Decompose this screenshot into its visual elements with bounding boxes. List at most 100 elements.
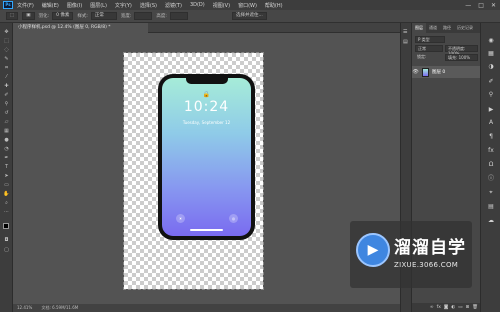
status-bar: 12.41% 文档: 6.59M/11.6M (13, 304, 400, 312)
eyedropper-tool-icon[interactable]: ⁄ (3, 74, 10, 80)
watermark-overlay: ▶ 溜溜自学 ZIXUE.3066.COM (350, 221, 472, 288)
history-brush-tool-icon[interactable]: ↺ (3, 110, 10, 116)
zoom-tool-icon[interactable]: ⌕ (3, 200, 10, 206)
layer-style-icon[interactable]: fx (437, 305, 441, 310)
phone-notch (186, 77, 228, 84)
paragraph-panel-icon[interactable]: ¶ (487, 133, 495, 140)
path-selection-tool-icon[interactable]: ➤ (3, 173, 10, 179)
crop-tool-icon[interactable]: ⌗ (3, 65, 10, 71)
height-input[interactable] (169, 12, 188, 20)
marquee-tool-preset-icon[interactable]: ⬚ (6, 12, 19, 20)
height-label: 高度: (156, 14, 167, 19)
right-tool-strip: ◉ ▦ ◑ ✐ ⚲ ▶ A ¶ fx Ω ⓘ ⌖ ▤ ☁ (480, 23, 500, 312)
menu-type[interactable]: 文字(Y) (115, 2, 132, 9)
rectangle-tool-icon[interactable]: ▭ (3, 182, 10, 188)
layer-kind-filter[interactable]: P 类型 (415, 36, 445, 43)
select-and-mask-button[interactable]: 选择并遮住... (231, 12, 267, 20)
type-tool-icon[interactable]: T (3, 164, 10, 170)
adjustment-layer-icon[interactable]: ◐ (451, 305, 455, 310)
minimize-button[interactable]: — (465, 2, 471, 9)
pen-tool-icon[interactable]: ✒ (3, 155, 10, 161)
document-tab[interactable]: 小程序样机.psd @ 12.4% (图层 0, RGB/8) * (13, 23, 148, 33)
menu-bar: Ps 文件(F) 编辑(E) 图像(I) 图层(L) 文字(Y) 选择(S) 滤… (0, 0, 500, 10)
width-input[interactable] (134, 12, 153, 20)
dodge-tool-icon[interactable]: ◔ (3, 146, 10, 152)
lock-label: 锁定: (417, 54, 427, 59)
play-logo-icon: ▶ (356, 233, 390, 267)
history-panel-icon[interactable]: ☰ (403, 29, 407, 35)
color-panel-icon[interactable]: ◉ (487, 37, 495, 44)
menu-select[interactable]: 选择(S) (140, 2, 157, 9)
tab-history[interactable]: 历史记录 (454, 23, 476, 33)
home-indicator (190, 229, 223, 231)
brush-settings-icon[interactable]: ✐ (487, 78, 495, 85)
gradient-tool-icon[interactable]: ▦ (3, 128, 10, 134)
blend-mode-select[interactable]: 正常 (415, 45, 443, 52)
screen-mode-icon[interactable]: ▢ (3, 247, 10, 253)
watermark-url: ZIXUE.3066.COM (394, 261, 459, 269)
menu-help[interactable]: 帮助(H) (265, 2, 283, 9)
properties-panel-icon[interactable]: ▤ (403, 39, 408, 45)
style-select[interactable]: 正常 (90, 12, 117, 20)
more-tools-icon[interactable]: ⋯ (3, 209, 10, 215)
menu-layer[interactable]: 图层(L) (90, 2, 107, 9)
window-controls: — □ ✕ (465, 2, 496, 9)
swatches-panel-icon[interactable]: ▦ (487, 50, 495, 57)
fill-field[interactable]: 填充: 100% (445, 54, 478, 61)
menu-image[interactable]: 图像(I) (67, 2, 82, 9)
timeline-panel-icon[interactable]: ▤ (487, 203, 495, 210)
foreground-color-swatch[interactable] (3, 223, 9, 229)
adjustments-panel-icon[interactable]: ◑ (487, 63, 495, 70)
quick-select-tool-icon[interactable]: ✎ (3, 56, 10, 62)
info-panel-icon[interactable]: ⓘ (487, 175, 495, 182)
maximize-button[interactable]: □ (478, 2, 484, 9)
lock-icon: 🔒 (202, 91, 211, 98)
styles-panel-icon[interactable]: fx (487, 147, 495, 154)
phone-lock-screen: 🔒 10:24 Tuesday, September 12 ☀ ◎ (162, 78, 251, 236)
menu-file[interactable]: 文件(F) (17, 2, 34, 9)
clone-stamp-tool-icon[interactable]: ⚲ (3, 101, 10, 107)
brush-tool-icon[interactable]: ✐ (3, 92, 10, 98)
lasso-tool-icon[interactable]: ◌ (3, 47, 10, 53)
quick-mask-icon[interactable]: ◘ (3, 237, 10, 243)
menu-view[interactable]: 视图(V) (213, 2, 230, 9)
lock-screen-date: Tuesday, September 12 (182, 120, 231, 125)
flashlight-icon: ☀ (176, 214, 185, 223)
tab-layers[interactable]: 图层 (412, 23, 426, 33)
new-layer-icon[interactable]: ⊞ (466, 305, 470, 310)
glyphs-panel-icon[interactable]: Ω (487, 161, 495, 168)
libraries-panel-icon[interactable]: ☁ (487, 217, 495, 224)
actions-panel-icon[interactable]: ▶ (487, 106, 495, 113)
menu-edit[interactable]: 编辑(E) (42, 2, 59, 9)
delete-layer-icon[interactable]: 🗑 (472, 305, 478, 310)
opacity-field[interactable]: 不透明度: 100% (445, 45, 478, 56)
menu-filter[interactable]: 滤镜(T) (165, 2, 182, 9)
visibility-eye-icon[interactable]: 👁 (412, 69, 419, 75)
document-info[interactable]: 文档: 6.59M/11.6M (42, 305, 79, 310)
eraser-tool-icon[interactable]: ▱ (3, 119, 10, 125)
link-layers-icon[interactable]: ∞ (430, 305, 434, 310)
character-panel-icon[interactable]: A (487, 119, 495, 126)
navigator-panel-icon[interactable]: ⌖ (487, 189, 495, 196)
healing-brush-tool-icon[interactable]: ✚ (3, 83, 10, 89)
add-mask-icon[interactable]: ◙ (444, 305, 448, 310)
marquee-tool-icon[interactable]: ⬚ (3, 38, 10, 44)
blur-tool-icon[interactable]: ● (3, 137, 10, 143)
tab-channels[interactable]: 通道 (426, 23, 440, 33)
lock-screen-time: 10:24 (183, 99, 230, 115)
layer-name[interactable]: 图层 0 (432, 69, 445, 75)
layer-thumbnail (422, 67, 429, 77)
move-tool-icon[interactable]: ✥ (3, 29, 10, 35)
selection-mode-icon[interactable]: ▣ (22, 12, 35, 20)
feather-input[interactable]: 0 像素 (52, 12, 74, 20)
hand-tool-icon[interactable]: ✋ (3, 191, 10, 197)
options-bar: ⬚ ▣ 羽化: 0 像素 样式: 正常 宽度: 高度: 选择并遮住... (0, 10, 500, 23)
tab-paths[interactable]: 路径 (440, 23, 454, 33)
layer-row[interactable]: 👁 图层 0 (412, 66, 481, 78)
menu-3d[interactable]: 3D(D) (190, 2, 205, 8)
new-group-icon[interactable]: ▭ (458, 305, 462, 310)
close-button[interactable]: ✕ (491, 2, 496, 9)
zoom-level[interactable]: 12.41% (17, 305, 32, 310)
clone-source-icon[interactable]: ⚲ (487, 91, 495, 98)
menu-window[interactable]: 窗口(W) (238, 2, 257, 9)
